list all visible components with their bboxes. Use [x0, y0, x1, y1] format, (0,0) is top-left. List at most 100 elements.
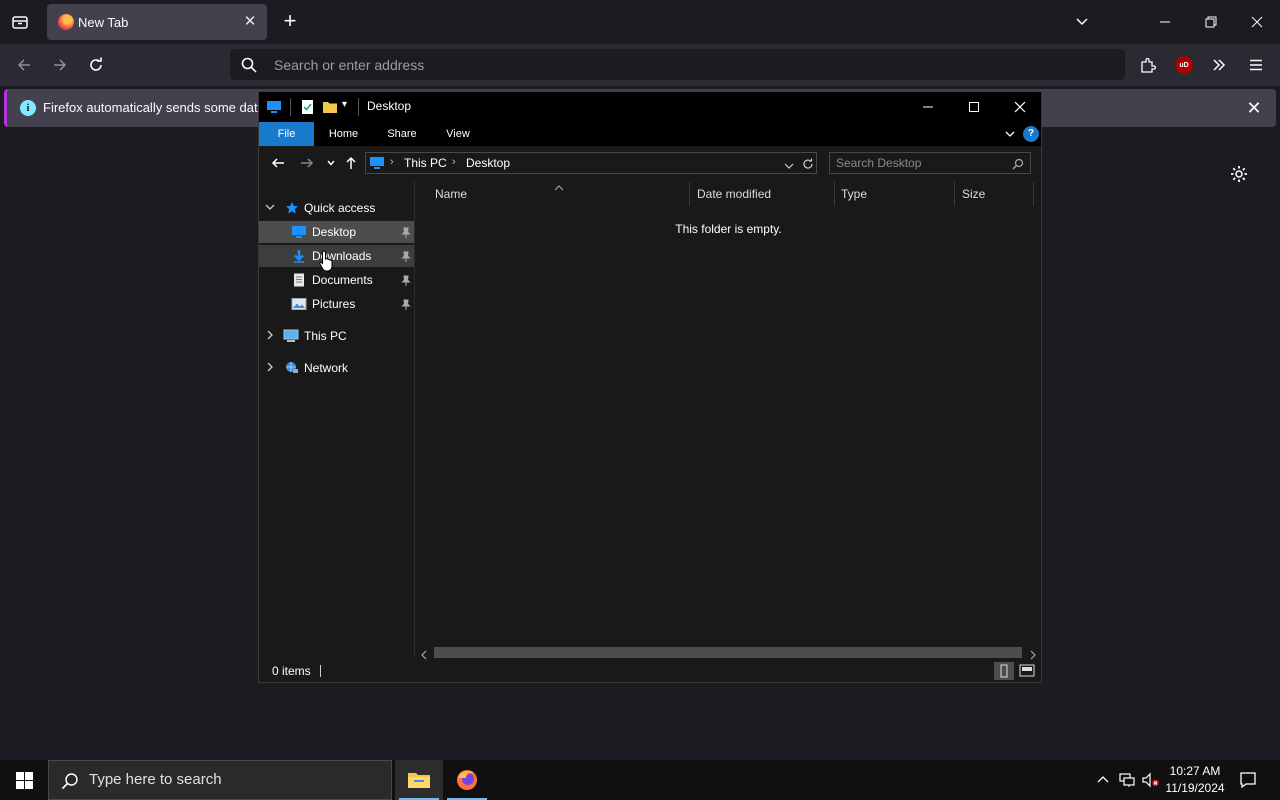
picture-icon	[291, 297, 307, 311]
column-header-date-modified[interactable]: Date modified	[697, 187, 771, 201]
show-hidden-icons-chevron-icon[interactable]	[1093, 760, 1113, 800]
computer-icon	[283, 329, 299, 343]
customize-toolbar-chevron-icon[interactable]: ▾	[342, 99, 358, 115]
properties-icon[interactable]	[300, 99, 316, 115]
column-divider[interactable]	[834, 182, 835, 206]
tab-home[interactable]: Home	[321, 122, 366, 146]
tab-new-tab[interactable]: New Tab ✕	[47, 4, 267, 40]
taskbar-search-input[interactable]	[89, 771, 379, 788]
file-list-pane: Name Date modified Type Size This folder…	[416, 180, 1041, 656]
explorer-forward-arrow-icon[interactable]	[298, 154, 316, 172]
download-arrow-icon	[291, 249, 307, 263]
extensions-puzzle-icon[interactable]	[1136, 53, 1160, 77]
status-bar: 0 items	[259, 660, 1041, 682]
hamburger-menu-icon[interactable]	[1244, 53, 1268, 77]
column-header-name[interactable]: Name	[435, 187, 467, 201]
breadcrumb-this-pc[interactable]: This PC	[404, 156, 447, 170]
help-icon[interactable]: ?	[1023, 126, 1039, 142]
chevron-down-icon[interactable]	[265, 202, 275, 215]
scrollbar-thumb[interactable]	[434, 647, 1022, 658]
sidebar-item-label: This PC	[304, 329, 347, 343]
taskbar-search-box[interactable]	[48, 760, 392, 800]
refresh-icon[interactable]	[802, 157, 814, 169]
restore-icon[interactable]	[1199, 10, 1223, 34]
column-header-size[interactable]: Size	[962, 187, 985, 201]
address-row: › This PC › Desktop	[259, 146, 1041, 180]
sidebar-item-documents[interactable]: Documents	[259, 269, 414, 291]
scroll-right-icon[interactable]	[1029, 647, 1037, 660]
recent-locations-chevron-icon[interactable]	[322, 154, 340, 172]
desktop-folder-icon	[266, 99, 282, 115]
sidebar-item-this-pc[interactable]: This PC	[259, 325, 414, 347]
address-bar[interactable]	[230, 49, 1125, 80]
forward-arrow-icon[interactable]	[48, 53, 72, 77]
overflow-chevrons-icon[interactable]	[1207, 53, 1231, 77]
sidebar-item-downloads[interactable]: Downloads	[259, 245, 414, 267]
pin-icon[interactable]	[401, 226, 411, 238]
column-divider[interactable]	[1033, 182, 1034, 206]
gear-icon[interactable]	[1229, 164, 1249, 184]
close-notification-icon[interactable]: ✕	[1244, 98, 1264, 118]
minimize-icon[interactable]	[1153, 10, 1177, 34]
tab-view[interactable]: View	[437, 122, 479, 146]
tab-file[interactable]: File	[259, 122, 314, 146]
explorer-close-icon[interactable]	[997, 92, 1043, 122]
browser-navbar: uD	[0, 44, 1280, 86]
explorer-search-input[interactable]	[836, 156, 1006, 170]
explorer-address-bar[interactable]: › This PC › Desktop	[365, 152, 817, 174]
explorer-maximize-icon[interactable]	[951, 92, 997, 122]
address-input[interactable]	[274, 55, 974, 75]
pin-icon[interactable]	[401, 298, 411, 310]
close-tab-icon[interactable]: ✕	[241, 13, 259, 31]
column-divider[interactable]	[954, 182, 955, 206]
sidebar-item-pictures[interactable]: Pictures	[259, 293, 414, 315]
pane-splitter[interactable]	[414, 180, 415, 656]
details-view-icon[interactable]	[994, 662, 1014, 680]
tab-share[interactable]: Share	[379, 122, 425, 146]
pin-icon[interactable]	[401, 250, 411, 262]
back-arrow-icon[interactable]	[12, 53, 36, 77]
expand-ribbon-chevron-icon[interactable]	[1003, 127, 1017, 141]
ublock-origin-icon[interactable]: uD	[1175, 56, 1193, 74]
column-divider[interactable]	[689, 182, 690, 206]
new-tab-button[interactable]: +	[279, 10, 301, 33]
firefox-icon	[457, 770, 477, 790]
taskbar-clock[interactable]: 10:27 AM 11/19/2024	[1160, 763, 1230, 797]
breadcrumb-desktop[interactable]: Desktop	[466, 156, 510, 170]
windows-start-icon[interactable]	[0, 760, 48, 800]
this-pc-icon	[369, 156, 385, 170]
volume-muted-icon[interactable]	[1140, 760, 1162, 800]
sidebar-item-quick-access[interactable]: Quick access	[259, 197, 414, 219]
reload-icon[interactable]	[84, 53, 108, 77]
firefox-view-icon[interactable]	[8, 10, 32, 34]
sidebar-item-network[interactable]: Network	[259, 357, 414, 379]
file-explorer-window: ▾ Desktop File Home Share View ? › This …	[258, 91, 1042, 683]
explorer-search-box[interactable]	[829, 152, 1031, 174]
sidebar-item-label: Desktop	[312, 225, 357, 239]
large-icons-view-icon[interactable]	[1017, 662, 1037, 680]
taskbar-file-explorer[interactable]	[395, 760, 443, 800]
up-arrow-icon[interactable]	[342, 154, 360, 172]
breadcrumb-separator: ›	[390, 156, 394, 168]
horizontal-scrollbar[interactable]	[416, 644, 1041, 660]
chevron-right-icon[interactable]	[265, 330, 275, 343]
column-header-type[interactable]: Type	[841, 187, 867, 201]
new-folder-icon[interactable]	[322, 99, 338, 115]
close-window-icon[interactable]	[1245, 10, 1269, 34]
pin-icon[interactable]	[401, 274, 411, 286]
explorer-back-arrow-icon[interactable]	[269, 154, 287, 172]
notifications-icon[interactable]	[1236, 760, 1260, 800]
search-icon	[1012, 157, 1024, 170]
sidebar-item-desktop[interactable]: Desktop	[259, 221, 414, 243]
document-icon	[291, 273, 307, 287]
chevron-right-icon[interactable]	[265, 362, 275, 375]
explorer-minimize-icon[interactable]	[905, 92, 951, 122]
list-tabs-chevron-icon[interactable]	[1070, 10, 1094, 34]
clock-time: 10:27 AM	[1169, 764, 1221, 778]
file-explorer-icon	[408, 773, 430, 788]
taskbar-firefox[interactable]	[443, 760, 491, 800]
address-history-chevron-icon[interactable]	[784, 158, 794, 169]
network-status-icon[interactable]	[1116, 760, 1138, 800]
scroll-left-icon[interactable]	[420, 647, 428, 660]
desktop-icon	[291, 225, 307, 239]
